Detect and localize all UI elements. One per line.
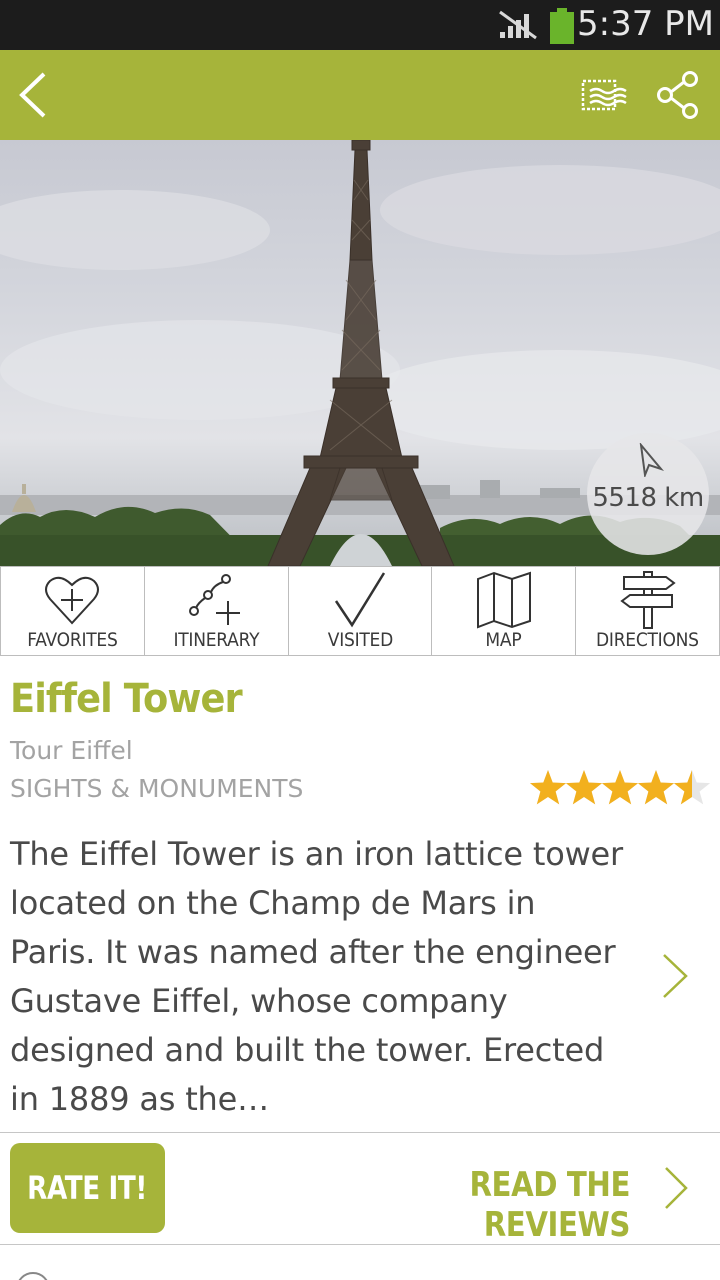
favorites-button[interactable]: FAVORITES (0, 567, 145, 655)
map-icon (476, 571, 531, 629)
distance-value: 5518 km (592, 483, 704, 513)
visited-button[interactable]: VISITED (289, 567, 433, 655)
place-local-name: Tour Eiffel (10, 736, 133, 765)
star-filled (637, 770, 675, 805)
no-signal-icon (499, 10, 537, 40)
checkmark-icon (334, 572, 386, 628)
star-filled (565, 770, 603, 805)
info-icon[interactable] (16, 1272, 50, 1280)
visited-label: VISITED (327, 629, 393, 651)
rating-stars (530, 770, 711, 805)
status-bar: 5:37 PM (0, 0, 720, 50)
star-filled (530, 770, 567, 805)
directions-label: DIRECTIONS (596, 629, 699, 651)
action-bar: FAVORITES ITINERARY VISITED MAP DIRECTIO… (0, 566, 720, 656)
directions-button[interactable]: DIRECTIONS (576, 567, 720, 655)
divider (0, 1244, 720, 1245)
share-icon[interactable] (654, 70, 702, 120)
itinerary-icon (189, 574, 241, 625)
star-filled (601, 770, 639, 805)
favorites-label: FAVORITES (27, 629, 118, 651)
rate-it-button[interactable]: RATE IT! (10, 1143, 165, 1233)
read-reviews-link[interactable]: READ THE REVIEWS (346, 1165, 630, 1245)
map-label: MAP (485, 629, 522, 651)
signpost-icon (619, 571, 676, 629)
app-bar (0, 50, 720, 140)
distance-badge[interactable]: 5518 km (587, 433, 709, 555)
heart-plus-icon (45, 576, 100, 625)
hero-photo: 5518 km (0, 140, 720, 566)
navigation-arrow-icon (639, 443, 665, 477)
battery-icon (550, 8, 574, 44)
divider (0, 1132, 720, 1133)
place-description[interactable]: The Eiffel Tower is an iron lattice towe… (10, 830, 630, 1124)
map-button[interactable]: MAP (432, 567, 577, 655)
chevron-right-icon[interactable] (660, 952, 690, 1000)
itinerary-button[interactable]: ITINERARY (145, 567, 289, 655)
postcard-icon[interactable] (580, 78, 630, 114)
chevron-right-icon[interactable] (662, 1165, 690, 1211)
place-category: SIGHTS & MONUMENTS (10, 774, 304, 803)
place-title: Eiffel Tower (10, 676, 243, 722)
back-arrow-icon[interactable] (14, 70, 54, 120)
itinerary-label: ITINERARY (173, 629, 260, 651)
rate-it-label: RATE IT! (27, 1169, 148, 1207)
status-time: 5:37 PM (577, 4, 714, 44)
